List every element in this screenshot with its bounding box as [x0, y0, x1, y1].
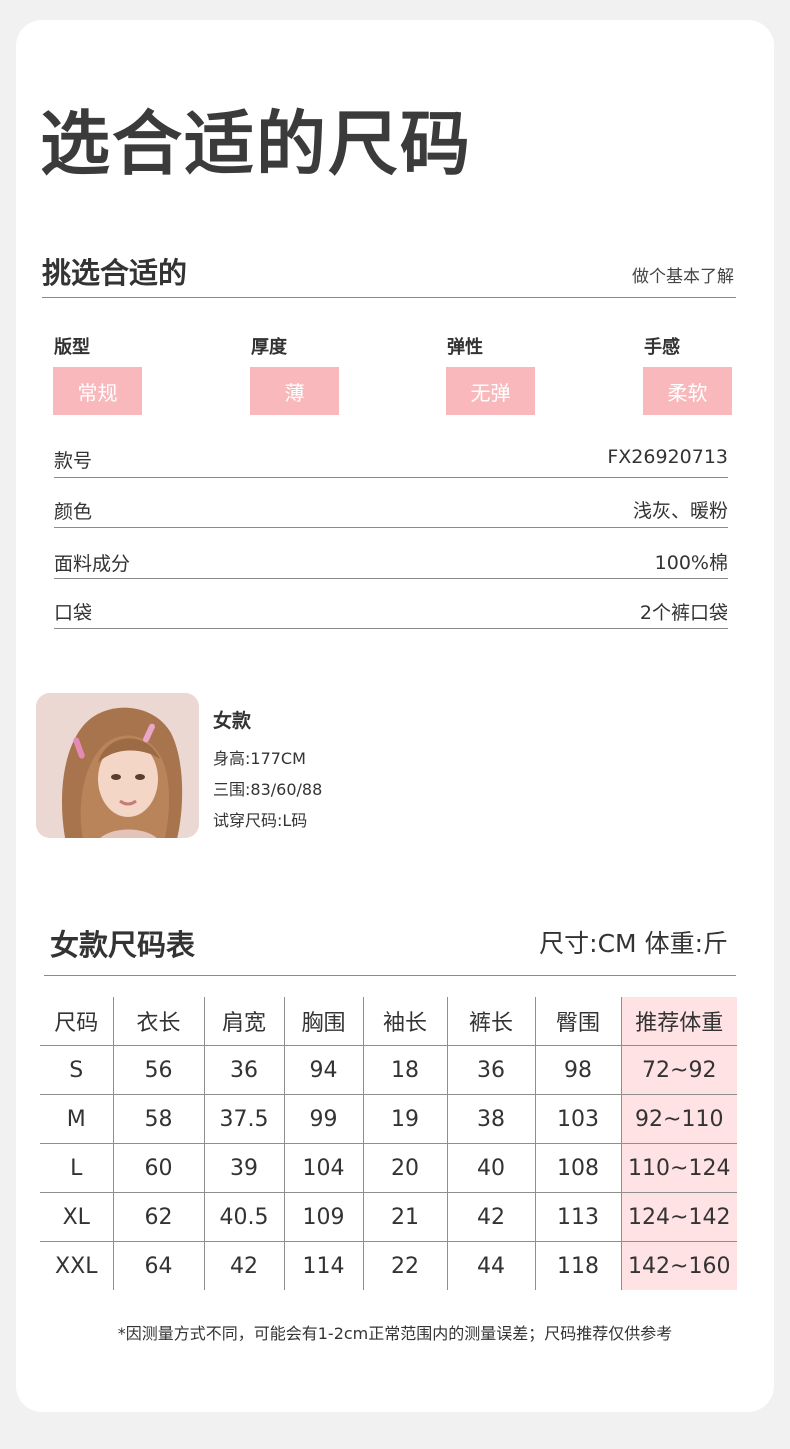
- table-cell: 60: [112, 1143, 205, 1193]
- header-cell: 肩宽: [203, 997, 285, 1046]
- header-cell: 袖长: [362, 997, 448, 1046]
- table-cell-weight: 92~110: [620, 1094, 737, 1144]
- detail-divider: [54, 527, 728, 528]
- table-cell-weight: 142~160: [620, 1241, 737, 1290]
- model-title: 女款: [213, 710, 252, 732]
- table-cell-weight: 72~92: [620, 1045, 737, 1095]
- table-row: XL 62 40.5 109 21 42 113 124~142: [40, 1192, 737, 1242]
- table-cell-weight: 124~142: [620, 1192, 737, 1242]
- table-cell: XXL: [40, 1241, 114, 1290]
- section-divider: [42, 297, 736, 298]
- model-height: 身高:177CM: [213, 749, 306, 768]
- model-measurements: 三围:83/60/88: [213, 780, 323, 799]
- attr-label-elasticity: 弹性: [447, 337, 483, 358]
- attr-chip-elasticity: 无弹: [446, 367, 535, 415]
- size-table-divider: [44, 975, 736, 976]
- table-cell: S: [40, 1045, 114, 1095]
- table-cell: 98: [534, 1045, 622, 1095]
- attr-label-fit: 版型: [54, 337, 90, 358]
- table-cell: 42: [203, 1241, 285, 1290]
- detail-value-style-number: FX26920713: [607, 446, 728, 468]
- model-photo: [36, 693, 199, 838]
- size-table-header-row: 尺码 衣长 肩宽 胸围 袖长 裤长 臀围 推荐体重: [40, 997, 737, 1046]
- footnote: *因测量方式不同，可能会有1-2cm正常范围内的测量误差；尺码推荐仅供参考: [117, 1324, 673, 1343]
- table-cell: XL: [40, 1192, 114, 1242]
- size-table-unit: 尺寸:CM 体重:斤: [539, 929, 728, 958]
- section-link: 做个基本了解: [632, 267, 734, 287]
- attr-chip-feel: 柔软: [643, 367, 732, 415]
- table-cell: 20: [362, 1143, 448, 1193]
- table-cell: 104: [283, 1143, 364, 1193]
- size-table: 尺码 衣长 肩宽 胸围 袖长 裤长 臀围 推荐体重 S 56 36 94 18 …: [40, 997, 737, 1290]
- table-cell: 44: [446, 1241, 536, 1290]
- table-cell: 109: [283, 1192, 364, 1242]
- attr-label-thickness: 厚度: [251, 337, 287, 358]
- table-cell: M: [40, 1094, 114, 1144]
- table-cell-weight: 110~124: [620, 1143, 737, 1193]
- detail-value-fabric: 100%棉: [654, 552, 728, 574]
- table-cell: 58: [112, 1094, 205, 1144]
- detail-value-color: 浅灰、暖粉: [632, 500, 728, 522]
- table-cell: 108: [534, 1143, 622, 1193]
- table-cell: 36: [446, 1045, 536, 1095]
- table-cell: 62: [112, 1192, 205, 1242]
- model-size: 试穿尺码:L码: [213, 811, 308, 830]
- header-cell: 衣长: [112, 997, 205, 1046]
- table-row: XXL 64 42 114 22 44 118 142~160: [40, 1241, 737, 1290]
- table-cell: 42: [446, 1192, 536, 1242]
- table-cell: 37.5: [203, 1094, 285, 1144]
- table-cell: 18: [362, 1045, 448, 1095]
- detail-divider: [54, 628, 728, 629]
- table-cell: 36: [203, 1045, 285, 1095]
- table-cell: 118: [534, 1241, 622, 1290]
- detail-label-color: 颜色: [54, 501, 93, 523]
- table-cell: 99: [283, 1094, 364, 1144]
- page-title: 选合适的尺码: [40, 103, 472, 185]
- attr-chip-fit: 常规: [53, 367, 142, 415]
- table-cell: 39: [203, 1143, 285, 1193]
- table-row: S 56 36 94 18 36 98 72~92: [40, 1045, 737, 1095]
- table-cell: 19: [362, 1094, 448, 1144]
- table-cell: 21: [362, 1192, 448, 1242]
- detail-value-pocket: 2个裤口袋: [639, 602, 728, 624]
- table-cell: 103: [534, 1094, 622, 1144]
- table-cell: 40: [446, 1143, 536, 1193]
- header-cell: 臀围: [534, 997, 622, 1046]
- size-table-title: 女款尺码表: [50, 928, 196, 962]
- header-cell: 尺码: [40, 997, 114, 1046]
- detail-divider: [54, 578, 728, 579]
- header-cell-recommended-weight: 推荐体重: [620, 997, 737, 1046]
- table-cell: 38: [446, 1094, 536, 1144]
- table-cell: 94: [283, 1045, 364, 1095]
- table-row: L 60 39 104 20 40 108 110~124: [40, 1143, 737, 1193]
- table-cell: 40.5: [203, 1192, 285, 1242]
- table-cell: 22: [362, 1241, 448, 1290]
- detail-divider: [54, 477, 728, 478]
- detail-label-pocket: 口袋: [54, 602, 93, 624]
- detail-label-fabric: 面料成分: [54, 553, 131, 575]
- attr-chip-thickness: 薄: [250, 367, 339, 415]
- table-cell: 64: [112, 1241, 205, 1290]
- table-cell: L: [40, 1143, 114, 1193]
- attr-label-feel: 手感: [644, 337, 680, 358]
- detail-label-style-number: 款号: [54, 450, 93, 472]
- table-cell: 113: [534, 1192, 622, 1242]
- header-cell: 胸围: [283, 997, 364, 1046]
- table-cell: 114: [283, 1241, 364, 1290]
- table-row: M 58 37.5 99 19 38 103 92~110: [40, 1094, 737, 1144]
- header-cell: 裤长: [446, 997, 536, 1046]
- section-title: 挑选合适的: [42, 256, 188, 290]
- table-cell: 56: [112, 1045, 205, 1095]
